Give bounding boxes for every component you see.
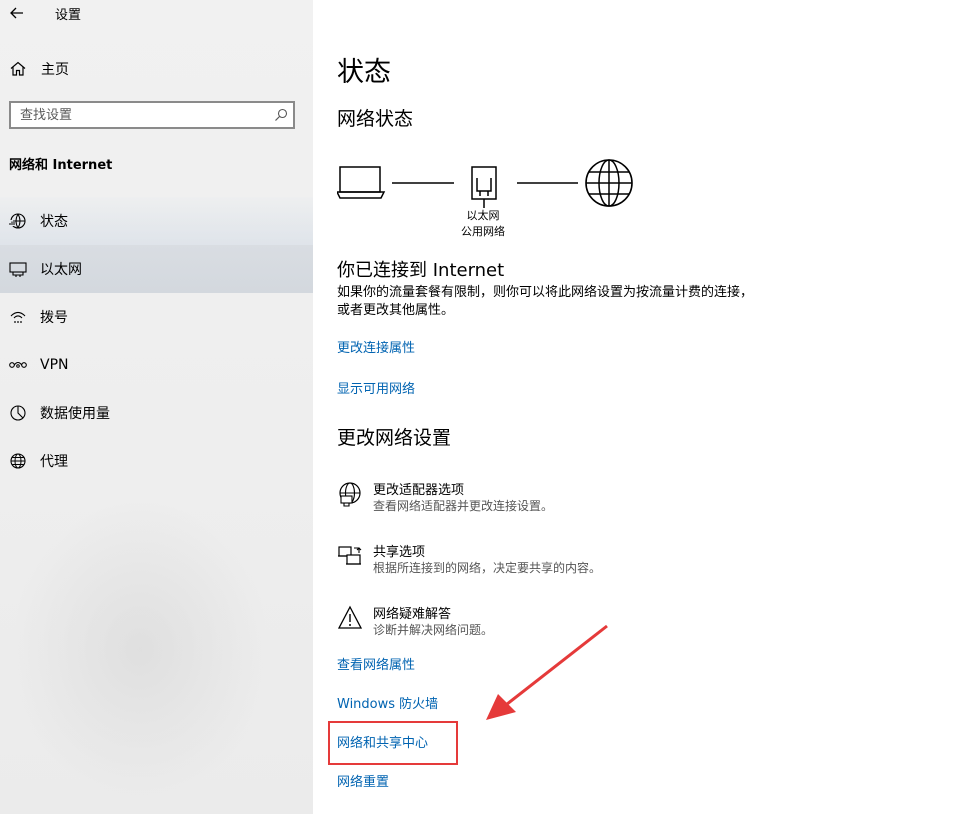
back-arrow-icon bbox=[10, 7, 23, 19]
connection-status-title: 你已连接到 Internet bbox=[337, 260, 505, 281]
option-title: 共享选项 bbox=[373, 545, 426, 560]
search-box[interactable] bbox=[9, 101, 295, 129]
title-bar: 设置 bbox=[0, 0, 313, 26]
option-title: 网络疑难解答 bbox=[373, 607, 452, 622]
sidebar-item-home[interactable]: 主页 bbox=[0, 45, 313, 93]
option-subtitle: 诊断并解决网络问题。 bbox=[373, 623, 494, 637]
section-title: 网络和 Internet bbox=[9, 158, 113, 173]
status-icon bbox=[9, 213, 26, 229]
globe-icon bbox=[10, 453, 26, 469]
sidebar-item-data-usage[interactable]: 数据使用量 bbox=[0, 389, 313, 437]
view-network-properties-link[interactable]: 查看网络属性 bbox=[337, 654, 415, 673]
annotation-arrow-icon bbox=[486, 624, 608, 720]
sidebar-item-label: VPN bbox=[40, 357, 69, 373]
sharing-icon bbox=[338, 546, 362, 565]
sidebar-item-label: 数据使用量 bbox=[40, 406, 110, 422]
computer-icon bbox=[337, 166, 386, 199]
change-settings-heading: 更改网络设置 bbox=[337, 427, 452, 449]
sidebar-item-status[interactable]: 状态 bbox=[0, 197, 313, 245]
network-reset-link[interactable]: 网络重置 bbox=[337, 771, 389, 790]
search-icon[interactable] bbox=[274, 108, 288, 122]
sidebar-item-label: 代理 bbox=[40, 454, 68, 470]
window-title: 设置 bbox=[55, 8, 82, 23]
network-status-heading: 网络状态 bbox=[337, 108, 414, 130]
option-title: 更改适配器选项 bbox=[373, 483, 465, 498]
vpn-icon bbox=[9, 361, 27, 368]
sidebar-item-vpn[interactable]: VPN bbox=[0, 341, 313, 389]
sidebar-item-label: 主页 bbox=[41, 62, 69, 78]
sidebar-item-label: 状态 bbox=[40, 214, 68, 230]
connection-description: 如果你的流量套餐有限制，则你可以将此网络设置为按流量计费的连接，或者更改其他属性… bbox=[337, 285, 754, 318]
adapter-name: 以太网 bbox=[466, 209, 500, 222]
sidebar-item-proxy[interactable]: 代理 bbox=[0, 437, 313, 485]
dialup-icon bbox=[10, 311, 26, 323]
option-sharing[interactable]: 共享选项 根据所连接到的网络，决定要共享的内容。 bbox=[337, 541, 737, 581]
option-subtitle: 查看网络适配器并更改连接设置。 bbox=[373, 499, 554, 513]
sidebar-item-ethernet[interactable]: 以太网 bbox=[0, 245, 313, 293]
main-panel: 状态 网络状态 以太网 公用网络 你已连接到 Internet 如果你的流量套餐… bbox=[313, 0, 967, 814]
page-title: 状态 bbox=[337, 57, 391, 88]
network-type: 公用网络 bbox=[461, 225, 505, 238]
option-subtitle: 根据所连接到的网络，决定要共享的内容。 bbox=[373, 561, 602, 575]
show-available-networks-link[interactable]: 显示可用网络 bbox=[337, 378, 415, 397]
internet-globe-icon bbox=[585, 159, 633, 207]
windows-firewall-link[interactable]: Windows 防火墙 bbox=[337, 693, 438, 712]
back-button[interactable] bbox=[6, 2, 28, 24]
warning-icon bbox=[337, 605, 363, 629]
ethernet-icon bbox=[9, 262, 27, 277]
sidebar-item-dialup[interactable]: 拨号 bbox=[0, 293, 313, 341]
sidebar-item-label: 拨号 bbox=[40, 310, 68, 326]
data-usage-icon bbox=[10, 405, 26, 421]
search-input[interactable] bbox=[11, 103, 270, 127]
settings-window: 设置 主页 网络和 Internet 状态 bbox=[0, 0, 967, 814]
adapter-labels: 以太网 公用网络 bbox=[453, 208, 513, 240]
highlight-box bbox=[328, 721, 458, 765]
home-icon bbox=[10, 61, 26, 76]
change-connection-properties-link[interactable]: 更改连接属性 bbox=[337, 337, 415, 356]
sidebar: 设置 主页 网络和 Internet 状态 bbox=[0, 0, 313, 814]
sidebar-item-label: 以太网 bbox=[40, 262, 82, 278]
ethernet-port-icon bbox=[471, 166, 497, 208]
option-adapter[interactable]: 更改适配器选项 查看网络适配器并更改连接设置。 bbox=[337, 479, 737, 519]
adapter-icon bbox=[339, 482, 361, 507]
